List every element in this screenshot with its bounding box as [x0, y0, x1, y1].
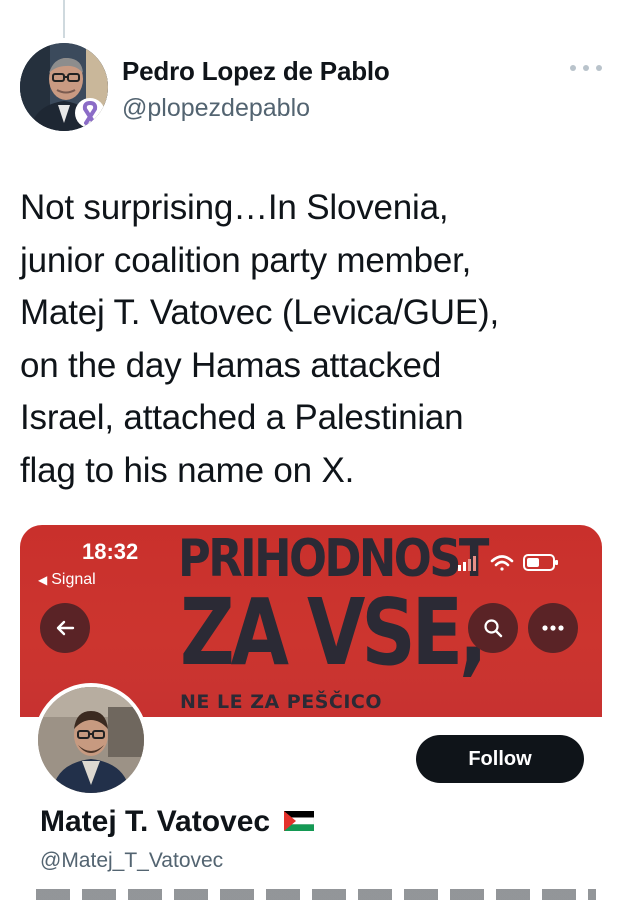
profile-avatar[interactable] [34, 683, 148, 797]
profile-photo [38, 687, 144, 793]
profile-name: Matej T. Vatovec [40, 805, 315, 839]
more-options-button[interactable] [528, 603, 578, 653]
profile-name-text: Matej T. Vatovec [40, 805, 271, 838]
profile-handle[interactable]: @Matej_T_Vatovec [40, 849, 223, 873]
more-options-icon [542, 625, 564, 631]
search-icon [484, 619, 503, 638]
back-arrow-button[interactable] [40, 603, 90, 653]
battery-icon [523, 554, 558, 571]
banner-line-2: ZA VSE, [180, 579, 488, 686]
tweet-text: Not surprising…In Slovenia, junior coali… [20, 188, 499, 490]
follow-button[interactable]: Follow [416, 735, 584, 783]
author-handle[interactable]: @plopezdepablo [122, 94, 310, 123]
author-avatar[interactable] [20, 43, 108, 131]
author-name[interactable]: Pedro Lopez de Pablo [122, 56, 390, 87]
status-icons [458, 554, 558, 571]
back-arrow-icon [56, 620, 75, 636]
status-time: 18:32 [82, 539, 139, 564]
thread-connector [63, 0, 65, 38]
status-back-link[interactable]: ◀ Signal [38, 571, 96, 589]
cropped-bio-text [36, 889, 596, 900]
embedded-image[interactable]: PRIHODNOST ZA VSE, NE LE ZA PEŠČICO 18:3… [20, 525, 602, 900]
palestine-flag-icon [284, 811, 315, 832]
more-icon[interactable] [570, 60, 602, 76]
search-button[interactable] [468, 603, 518, 653]
ribbon-icon [75, 98, 105, 128]
wifi-icon [490, 555, 514, 571]
banner-line-3: NE LE ZA PEŠČICO [180, 691, 382, 713]
signal-bars-icon [458, 556, 476, 571]
author-photo [20, 43, 108, 131]
status-back-label: Signal [51, 571, 96, 588]
tweet-page: Pedro Lopez de Pablo @plopezdepablo Not … [0, 0, 622, 900]
back-triangle-icon: ◀ [38, 573, 48, 587]
